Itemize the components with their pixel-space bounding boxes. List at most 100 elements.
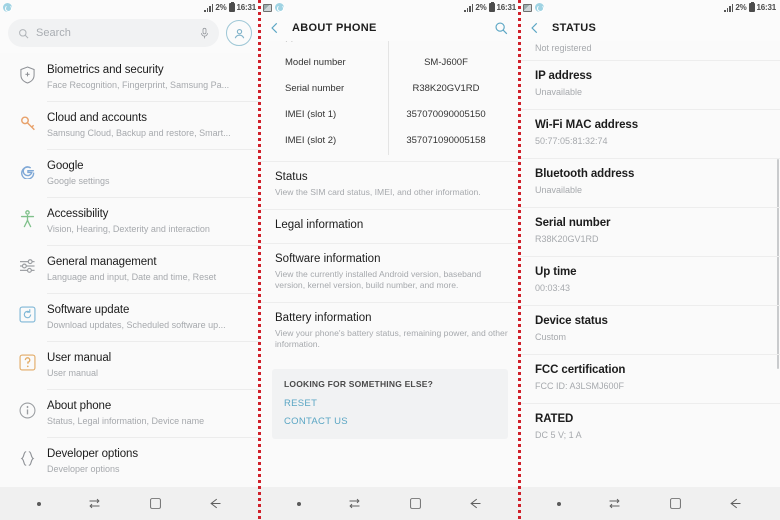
status-key: Wi-Fi MAC address (535, 119, 638, 131)
menu-item-title: Battery information (275, 311, 372, 324)
home-icon[interactable] (409, 497, 422, 510)
photo-icon (523, 3, 532, 12)
sidebar-item-subtitle: Face Recognition, Fingerprint, Samsung P… (47, 80, 230, 90)
home-icon[interactable] (149, 497, 162, 510)
status-key: RATED (535, 413, 574, 425)
sidebar-item-general-management[interactable]: General management Language and input, D… (0, 245, 260, 293)
sidebar-item-subtitle: Google settings (47, 176, 110, 186)
nav-dot[interactable] (37, 501, 42, 506)
microphone-icon[interactable] (200, 27, 209, 40)
contact-us-link[interactable]: CONTACT US (284, 416, 496, 427)
table-key: Serial number (285, 82, 345, 94)
sidebar-item-about-phone[interactable]: About phone Status, Legal information, D… (0, 389, 260, 437)
back-icon[interactable] (468, 496, 483, 511)
status-key: Device status (535, 315, 608, 327)
nav-dot[interactable] (297, 501, 302, 506)
menu-item-legal-information[interactable]: Legal information (260, 208, 520, 243)
sidebar-item-text: About phone Status, Legal information, D… (47, 398, 250, 428)
status-row-fcc-certification: FCC certification FCC ID: A3LSMJ600F (520, 354, 780, 403)
sidebar-item-title: Cloud and accounts (47, 112, 147, 124)
battery-percent-label: 2% (215, 3, 227, 12)
partial-row-value: Not registered (535, 43, 592, 53)
navigation-bar (520, 487, 780, 520)
account-avatar-button[interactable] (226, 20, 252, 46)
sidebar-item-title: Developer options (47, 448, 138, 460)
sidebar-item-subtitle: Language and input, Date and time, Reset (47, 272, 217, 282)
settings-list: Biometrics and security Face Recognition… (0, 53, 260, 487)
back-chevron-icon[interactable] (528, 21, 542, 35)
recents-icon[interactable] (607, 496, 622, 511)
back-chevron-icon[interactable] (268, 21, 282, 35)
battery-icon (228, 2, 235, 12)
app-bar-about-phone: ABOUT PHONE (260, 15, 520, 41)
accessibility-person-icon (8, 206, 47, 228)
menu-item-software-information[interactable]: Software information View the currently … (260, 242, 520, 302)
back-icon[interactable] (208, 496, 223, 511)
sidebar-item-software-update[interactable]: Software update Download updates, Schedu… (0, 293, 260, 341)
sidebar-item-user-manual[interactable]: User manual User manual (0, 341, 260, 389)
table-value: R38K20GV1RD (412, 82, 480, 94)
sidebar-item-subtitle: Download updates, Scheduled software up.… (47, 320, 226, 330)
sidebar-item-subtitle: Vision, Hearing, Dexterity and interacti… (47, 224, 210, 234)
sidebar-item-title: Accessibility (47, 208, 109, 220)
device-info-table: Model number SM-J600F Serial number R38K… (260, 41, 520, 161)
sidebar-item-subtitle: Status, Legal information, Device name (47, 416, 205, 426)
status-value: R38K20GV1RD (535, 234, 599, 244)
info-circle-icon (8, 398, 47, 419)
status-value: Unavailable (535, 185, 583, 195)
sidebar-item-text: Google Google settings (47, 158, 250, 188)
menu-item-battery-information[interactable]: Battery information View your phone's ba… (260, 301, 520, 361)
status-row-rated: RATED DC 5 V; 1 A (520, 403, 780, 452)
sync-icon (275, 3, 284, 12)
sidebar-item-title: About phone (47, 400, 112, 412)
sidebar-item-title: Software update (47, 304, 130, 316)
status-value: Unavailable (535, 87, 583, 97)
status-bar: 2% 16:31 (520, 0, 780, 15)
search-area: Search (0, 15, 260, 53)
status-key: Up time (535, 266, 577, 278)
table-row: Serial number R38K20GV1RD (268, 75, 512, 101)
table-value: 357070090005150 (406, 108, 486, 120)
status-value: 50:77:05:81:32:74 (535, 136, 608, 146)
battery-percent-label: 2% (475, 3, 487, 12)
table-row: IMEI (slot 1) 357070090005150 (268, 101, 512, 127)
recents-icon[interactable] (87, 496, 102, 511)
sidebar-item-text: Software update Download updates, Schedu… (47, 302, 250, 332)
search-icon[interactable] (494, 21, 508, 35)
panel-divider-left (258, 0, 261, 520)
about-phone-content: . . Model number SM-J600F Serial number … (260, 41, 520, 487)
sidebar-item-biometrics[interactable]: Biometrics and security Face Recognition… (0, 53, 260, 101)
braces-icon (8, 446, 47, 467)
status-row-device-status: Device status Custom (520, 305, 780, 354)
search-input[interactable]: Search (8, 19, 219, 47)
sync-icon (3, 3, 12, 12)
nav-dot[interactable] (557, 501, 562, 506)
menu-item-status[interactable]: Status View the SIM card status, IMEI, a… (260, 161, 520, 209)
sync-icon (535, 3, 544, 12)
signal-icon (464, 3, 474, 12)
key-icon (8, 110, 47, 132)
navigation-bar (260, 487, 520, 520)
menu-item-subtitle: View your phone's battery status, remain… (275, 327, 508, 350)
sidebar-item-google[interactable]: Google Google settings (0, 149, 260, 197)
sidebar-item-text: Developer options Developer options (47, 446, 250, 476)
signal-icon (204, 3, 214, 12)
status-bar-right-icons: 2% 16:31 (464, 2, 516, 12)
status-row-wifi-mac-address: Wi-Fi MAC address 50:77:05:81:32:74 (520, 109, 780, 158)
table-value: SM-J600F (424, 56, 468, 68)
panel-status: 2% 16:31 STATUS Not registered IP addres… (520, 0, 780, 520)
reset-link[interactable]: RESET (284, 398, 496, 409)
recents-icon[interactable] (347, 496, 362, 511)
menu-item-title: Legal information (275, 218, 364, 231)
sidebar-item-accessibility[interactable]: Accessibility Vision, Hearing, Dexterity… (0, 197, 260, 245)
sidebar-item-cloud-accounts[interactable]: Cloud and accounts Samsung Cloud, Backup… (0, 101, 260, 149)
scrolled-partial-row: . . (260, 41, 520, 49)
status-row-up-time: Up time 00:03:43 (520, 256, 780, 305)
back-icon[interactable] (728, 496, 743, 511)
sidebar-item-developer-options[interactable]: Developer options Developer options (0, 437, 260, 485)
search-placeholder: Search (36, 27, 71, 39)
sidebar-item-title: General management (47, 256, 157, 268)
sidebar-item-text: General management Language and input, D… (47, 254, 250, 284)
table-row: Model number SM-J600F (268, 49, 512, 75)
home-icon[interactable] (669, 497, 682, 510)
